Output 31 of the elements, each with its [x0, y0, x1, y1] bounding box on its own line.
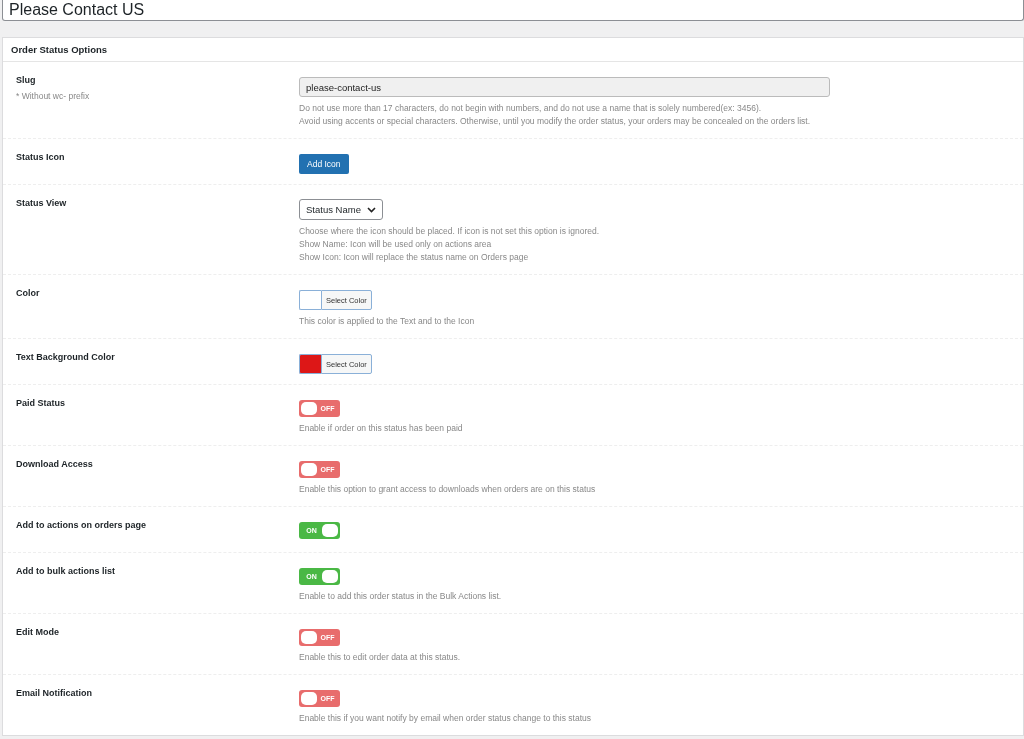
help-text: Do not use more than 17 characters, do not begin with numbers, and do not use a name that is solely numbered(ex: 3456). — [299, 102, 763, 115]
help-text: Avoid using accents or special characters. Otherwise, until you modify the order status, your orders may be concealed on the orders list. — [299, 115, 812, 128]
help-text: Enable this to edit order data at this status. — [299, 651, 462, 664]
color-swatch[interactable] — [299, 354, 321, 374]
help-text: This color is applied to the Text and to the Icon — [299, 315, 476, 328]
add-icon-button[interactable]: Add Icon — [299, 154, 349, 174]
help-text: Show Name: Icon will be used only on actions area — [299, 238, 493, 251]
field-label: Color — [16, 288, 41, 298]
field-note: * Without wc- prefix — [16, 91, 91, 101]
help-text: Show Icon: Icon will replace the status name on Orders page — [299, 251, 530, 264]
field-label: Slug — [16, 75, 37, 85]
help-text: Enable if order on this status has been paid — [299, 422, 464, 435]
help-text: Enable this if you want notify by email when order status change to this status — [299, 712, 592, 725]
field-label: Edit Mode — [16, 627, 60, 637]
field-label: Status View — [16, 198, 68, 208]
field-label: Text Background Color — [16, 352, 116, 362]
color-swatch[interactable] — [299, 290, 321, 310]
slug-field[interactable]: please-contact-us — [299, 77, 830, 97]
field-label: Status Icon — [16, 152, 66, 162]
title-field[interactable]: Please Contact US — [2, 0, 1024, 21]
field-label: Add to actions on orders page — [16, 520, 147, 530]
help-text: Enable to add this order status in the Bulk Actions list. — [299, 590, 503, 603]
help-text: Enable this option to grant access to downloads when orders are on this status — [299, 483, 597, 496]
field-label: Add to bulk actions list — [16, 566, 116, 576]
status-view-dropdown[interactable]: Status Name — [299, 199, 383, 220]
panel-title: Order Status Options — [3, 38, 1023, 62]
chevron-down-icon — [366, 206, 376, 213]
field-label: Email Notification — [16, 688, 93, 698]
field-label: Download Access — [16, 459, 94, 469]
help-text: Choose where the icon should be placed. If icon is not set this option is ignored. — [299, 225, 601, 238]
field-label: Paid Status — [16, 398, 66, 408]
